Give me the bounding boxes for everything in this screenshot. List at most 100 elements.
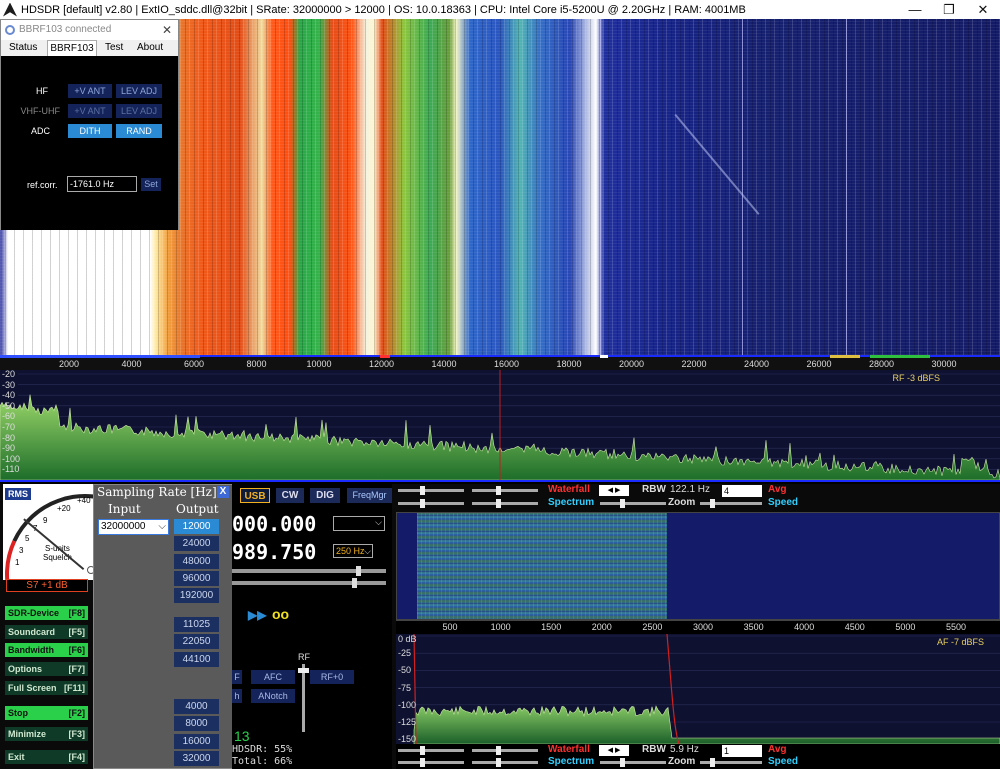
side-button-stop[interactable]: Stop [F2]	[5, 706, 88, 720]
sp-contrast-slider[interactable]	[398, 499, 464, 508]
tab-about[interactable]: About	[137, 42, 163, 53]
mode-usb-button[interactable]: USB	[240, 488, 270, 503]
af-db-tick-label: -125	[398, 717, 417, 727]
rf-spectrum[interactable]: RF -3 dBFS -20 -30 -40 -50 -60 -70 -80 -90 -100-…	[0, 369, 1000, 482]
output-rate-button[interactable]: 24000	[174, 536, 219, 552]
slider-knob[interactable]	[420, 499, 425, 508]
set-button[interactable]: Set	[141, 178, 161, 191]
output-rate-button[interactable]: 48000	[174, 553, 219, 569]
zoom-slider-left[interactable]	[600, 499, 666, 508]
slider-knob[interactable]	[356, 566, 361, 576]
hf-vant-button[interactable]: +V ANT	[68, 84, 112, 98]
side-button-minimize[interactable]: Minimize [F3]	[5, 727, 88, 741]
slider-knob[interactable]	[710, 499, 715, 508]
waterfall-arrows[interactable]: ◀ ▶	[599, 485, 629, 496]
freqmgr-button[interactable]: FreqMgr	[347, 488, 392, 503]
step-select[interactable]: 250 Hz ⌵	[333, 544, 373, 558]
refcorr-input[interactable]: -1761.0 Hz	[67, 176, 137, 192]
side-button-sdr-device[interactable]: SDR-Device [F8]	[5, 606, 88, 620]
slider-knob[interactable]	[420, 758, 425, 767]
wf-contrast-slider[interactable]	[398, 486, 464, 495]
side-button-soundcard[interactable]: Soundcard [F5]	[5, 625, 88, 639]
play-icon[interactable]: ▶▶	[248, 608, 266, 622]
hf-levadj-button[interactable]: LEV ADJ	[116, 84, 162, 98]
slider-knob[interactable]	[496, 486, 501, 495]
mode-dig-button[interactable]: DIG	[310, 488, 340, 503]
mode-cw-button[interactable]: CW	[276, 488, 304, 503]
slider-knob[interactable]	[710, 758, 715, 767]
nr-button[interactable]: h	[232, 689, 242, 703]
lo-select[interactable]: ⌵	[333, 516, 385, 531]
tab-status[interactable]: Status	[9, 42, 37, 53]
output-rate-button[interactable]: 44100	[174, 651, 219, 667]
af-sp-contrast-slider[interactable]	[398, 758, 464, 767]
minimize-button[interactable]: —	[898, 2, 932, 17]
output-rate-button[interactable]: 8000	[174, 716, 219, 732]
af-sp-brightness-slider[interactable]	[472, 758, 538, 767]
rf-frequency-scale[interactable]: 2000 4000 6000 8000 10000 12000 14000 16000 1800…	[0, 355, 1000, 370]
slider-knob[interactable]	[352, 578, 357, 588]
rf-slider[interactable]	[298, 664, 309, 732]
af-zoom-slider-right[interactable]	[700, 758, 762, 767]
af-waterfall[interactable]	[396, 512, 1000, 620]
output-rate-button[interactable]: 12000	[174, 519, 219, 534]
slider-knob[interactable]	[620, 758, 625, 767]
af-zoom-slider-left[interactable]	[600, 758, 666, 767]
record-icon[interactable]: oo	[272, 606, 289, 622]
tune-frequency-display[interactable]: 989.750	[232, 540, 316, 564]
agc-slider[interactable]	[232, 578, 386, 588]
side-button-label: Full Screen	[8, 683, 57, 693]
slider-knob[interactable]	[496, 758, 501, 767]
slider-knob[interactable]	[420, 486, 425, 495]
db-tick-label: -60	[2, 411, 16, 422]
side-button-label: Bandwidth	[8, 645, 54, 655]
output-rate-button[interactable]: 4000	[174, 699, 219, 714]
output-rate-button[interactable]: 32000	[174, 750, 219, 766]
slider-knob[interactable]	[420, 746, 425, 755]
sampling-rate-close-button[interactable]: X	[217, 486, 229, 498]
rms-button[interactable]: RMS	[5, 488, 31, 500]
side-button-full-screen[interactable]: Full Screen [F11]	[5, 681, 88, 695]
frequency-tick-label: 28000	[868, 359, 895, 369]
nb-button[interactable]: F	[232, 670, 242, 684]
af-spectrum[interactable]: AF -7 dBFS 0 dB -25 -50 -75 -100 -125 -150	[396, 633, 1000, 745]
bbrf-close-icon[interactable]: ✕	[162, 20, 172, 40]
slider-knob[interactable]	[620, 499, 625, 508]
zoom-slider-right[interactable]	[700, 499, 762, 508]
s-meter-num: 5	[25, 534, 30, 543]
output-rate-button[interactable]: 192000	[174, 588, 219, 604]
close-button[interactable]: ✕	[966, 2, 1000, 18]
tab-test[interactable]: Test	[105, 42, 123, 53]
side-button-exit[interactable]: Exit [F4]	[5, 750, 88, 764]
slider-knob[interactable]	[496, 499, 501, 508]
slider-knob[interactable]	[496, 746, 501, 755]
af-wf-brightness-slider[interactable]	[472, 746, 538, 755]
slider-knob[interactable]	[298, 668, 309, 673]
vhf-vant-button[interactable]: +V ANT	[68, 104, 112, 118]
output-rate-button[interactable]: 11025	[174, 617, 219, 632]
output-rate-button[interactable]: 22050	[174, 634, 219, 650]
rf-gain-button[interactable]: RF+0	[310, 670, 354, 684]
input-rate-select[interactable]: 32000000 ⌵	[98, 519, 169, 535]
af-waterfall-arrows[interactable]: ◀ ▶	[599, 745, 629, 756]
output-rate-button[interactable]: 16000	[174, 733, 219, 749]
afc-button[interactable]: AFC	[251, 670, 295, 684]
side-button-options[interactable]: Options [F7]	[5, 662, 88, 676]
sp-brightness-slider[interactable]	[472, 499, 538, 508]
restore-button[interactable]: ❐	[932, 2, 966, 18]
rand-button[interactable]: RAND	[116, 124, 162, 138]
output-rate-button[interactable]: 96000	[174, 570, 219, 586]
vhf-levadj-button[interactable]: LEV ADJ	[116, 104, 162, 118]
af-avg-select[interactable]: 1	[722, 745, 762, 757]
wf-brightness-slider[interactable]	[472, 486, 538, 495]
volume-slider[interactable]	[232, 566, 386, 576]
dith-button[interactable]: DITH	[68, 124, 112, 138]
side-button-bandwidth[interactable]: Bandwidth [F6]	[5, 643, 88, 657]
af-frequency-scale[interactable]: 500 1000 1500 2000 2500 3000 3500 4000 4500 5000 5…	[396, 620, 1000, 634]
avg-select[interactable]: 4	[722, 485, 762, 497]
lo-frequency-display[interactable]: 000.000	[232, 512, 316, 536]
anotch-button[interactable]: ANotch	[251, 689, 295, 703]
tab-bbrf103[interactable]: BBRF103	[47, 40, 97, 56]
af-wf-contrast-slider[interactable]	[398, 746, 464, 755]
title-bar: HDSDR [default] v2.80 | ExtIO_sddc.dll@3…	[0, 0, 1000, 19]
